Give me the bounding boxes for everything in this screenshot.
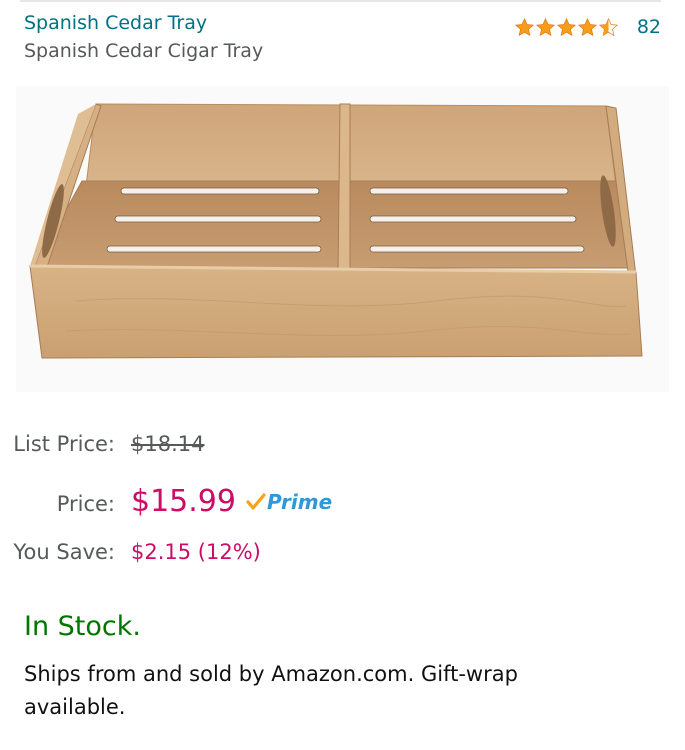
rating-count[interactable]: 82	[637, 15, 661, 39]
price-label: Price:	[56, 492, 115, 516]
star-full-icon	[514, 17, 534, 36]
product-title-block: Spanish Cedar Tray Spanish Cedar Cigar T…	[24, 10, 484, 64]
price-row: Price: $15.99 Prime	[0, 484, 685, 519]
rating-summary[interactable]: 82	[514, 15, 661, 39]
stock-status: In Stock.	[24, 611, 141, 642]
you-save-label: You Save:	[13, 540, 116, 564]
price-value: $15.99	[131, 484, 236, 519]
star-rating	[514, 17, 619, 38]
star-full-icon	[556, 17, 576, 36]
star-full-icon	[535, 17, 555, 36]
slat	[106, 245, 322, 253]
slat	[369, 187, 569, 195]
list-price-label: List Price:	[13, 432, 115, 456]
star-half-icon	[598, 17, 618, 36]
product-title-link[interactable]: Spanish Cedar Tray	[24, 10, 484, 36]
you-save-row: You Save: $2.15 (12%)	[0, 540, 685, 564]
you-save-value: $2.15 (12%)	[131, 540, 261, 564]
slat	[120, 187, 320, 195]
product-image[interactable]	[16, 86, 669, 392]
product-subtitle: Spanish Cedar Cigar Tray	[24, 40, 264, 62]
prime-badge: Prime	[246, 490, 332, 514]
list-price-value: $18.14	[131, 432, 205, 456]
prime-label: Prime	[266, 490, 333, 514]
slat	[369, 245, 585, 253]
slat	[114, 215, 322, 223]
slat	[369, 215, 577, 223]
top-divider	[20, 0, 661, 2]
cedar-tray-illustration	[29, 103, 643, 359]
checkmark-icon	[246, 493, 266, 510]
list-price-row: List Price: $18.14	[0, 432, 685, 456]
star-full-icon	[577, 17, 597, 36]
ships-from-text: Ships from and sold by Amazon.com. Gift-…	[24, 662, 518, 719]
